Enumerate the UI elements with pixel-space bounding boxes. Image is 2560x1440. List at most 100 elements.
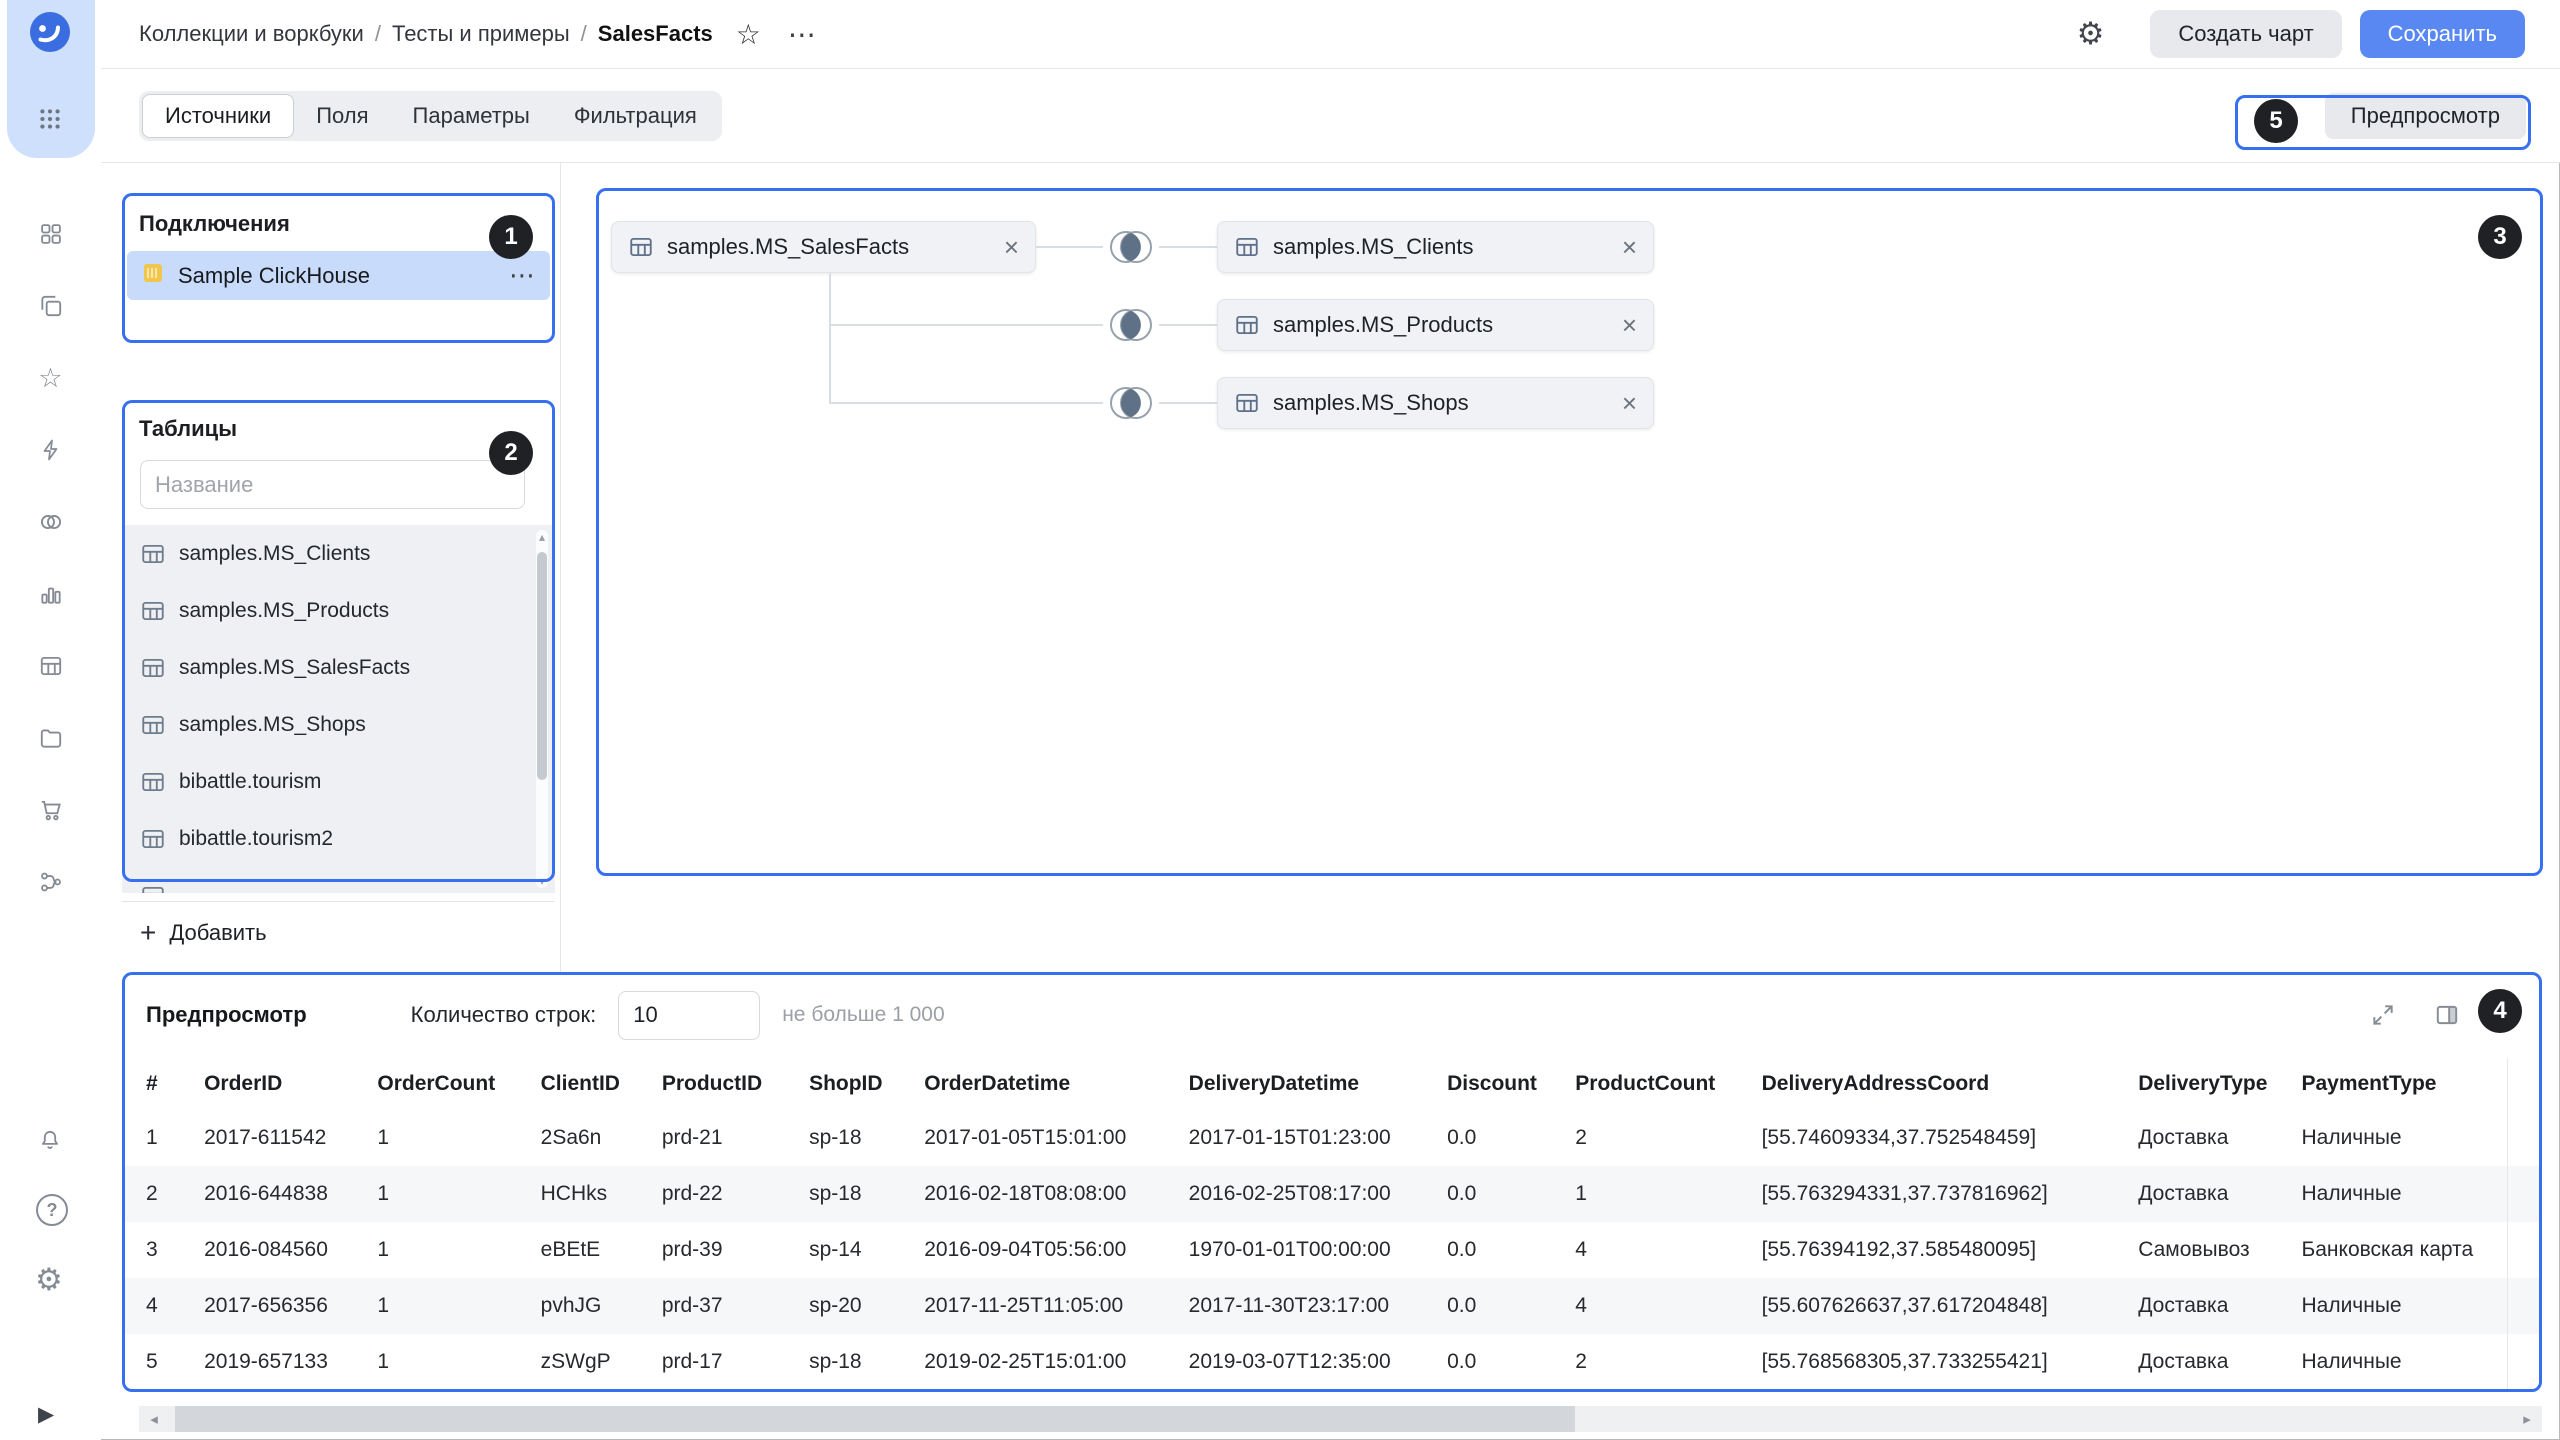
help-icon[interactable]: ? bbox=[36, 1194, 68, 1226]
connection-more-icon[interactable]: ⋯ bbox=[509, 260, 536, 291]
cell: prd-17 bbox=[640, 1334, 787, 1390]
breadcrumb-separator: / bbox=[375, 21, 381, 47]
charts-bar-icon[interactable] bbox=[38, 581, 64, 607]
table-list-item[interactable]: samples.MS_Clients bbox=[122, 525, 555, 582]
table-list-item[interactable]: samples.MS_Products bbox=[122, 582, 555, 639]
cell: 5 bbox=[124, 1334, 182, 1390]
remove-table-icon[interactable]: × bbox=[1622, 312, 1637, 338]
breadcrumb-workbook[interactable]: Тесты и примеры bbox=[392, 21, 570, 47]
collapse-panel-icon[interactable]: ▶ bbox=[38, 1402, 54, 1427]
table-row: 52019-6571331zSWgPprd-17sp-182019-02-25T… bbox=[124, 1334, 2540, 1390]
tab-sources[interactable]: Источники bbox=[142, 94, 294, 138]
more-actions-icon[interactable]: ⋯ bbox=[788, 18, 818, 51]
scroll-left-icon[interactable]: ◂ bbox=[139, 1406, 169, 1432]
table-search-input[interactable] bbox=[140, 460, 525, 509]
breadcrumb-collections[interactable]: Коллекции и воркбуки bbox=[139, 21, 364, 47]
table-list-item[interactable]: samples.MS_Shops bbox=[122, 696, 555, 753]
table-icon bbox=[140, 883, 166, 894]
marketplace-cart-icon[interactable] bbox=[38, 797, 64, 823]
datasets-table-icon[interactable] bbox=[38, 653, 64, 679]
cell: sp-18 bbox=[787, 1334, 902, 1390]
tables-list: samples.MS_Clientssamples.MS_Productssam… bbox=[122, 525, 555, 893]
cell: [55.607626637,37.617204848] bbox=[1740, 1278, 2117, 1334]
settings-icon[interactable]: ⚙ bbox=[35, 1262, 63, 1298]
workbooks-icon[interactable] bbox=[38, 293, 64, 319]
joined-table-label: samples.MS_Clients bbox=[1273, 234, 1474, 260]
add-table-button[interactable]: + Добавить bbox=[140, 912, 555, 954]
table-list-item-clipped[interactable] bbox=[122, 867, 555, 893]
create-chart-button[interactable]: Создать чарт bbox=[2150, 10, 2341, 58]
tab-fields[interactable]: Поля bbox=[294, 94, 390, 138]
column-header: ProductID bbox=[640, 1058, 787, 1110]
joined-table-node[interactable]: samples.MS_Products× bbox=[1217, 299, 1654, 351]
datalens-dataset-editor: ☆ ? ⚙ ▶ Коллекции и воркбуки / Тесты и п… bbox=[0, 0, 2560, 1440]
cell: 4 bbox=[1553, 1222, 1739, 1278]
scroll-up-icon[interactable]: ▴ bbox=[536, 530, 548, 544]
dashboards-grid-icon[interactable] bbox=[38, 221, 64, 247]
cell: 0.0 bbox=[1425, 1110, 1553, 1166]
cell: prd-39 bbox=[640, 1222, 787, 1278]
table-row: 22016-6448381HCHksprd-22sp-182016-02-18T… bbox=[124, 1166, 2540, 1222]
datalens-logo[interactable] bbox=[28, 10, 72, 54]
notifications-bell-icon[interactable] bbox=[37, 1126, 63, 1152]
files-folder-icon[interactable] bbox=[38, 725, 64, 751]
column-header bbox=[2508, 1058, 2540, 1110]
scroll-right-icon[interactable]: ▸ bbox=[2512, 1406, 2542, 1432]
join-type-icon[interactable] bbox=[1103, 305, 1159, 350]
preview-table: #OrderIDOrderCountClientIDProductIDShopI… bbox=[124, 1058, 2540, 1390]
preview-panel: Предпросмотр Количество строк: не больше… bbox=[122, 972, 2542, 1392]
breadcrumb-dataset-title: SalesFacts bbox=[598, 21, 713, 47]
table-list-item[interactable]: bibattle.tourism2 bbox=[122, 810, 555, 867]
join-type-icon[interactable] bbox=[1103, 383, 1159, 428]
horizontal-scrollbar: ◂ ▸ bbox=[139, 1406, 2542, 1432]
annotation-badge-1: 1 bbox=[489, 215, 533, 259]
services-circles-icon[interactable] bbox=[38, 509, 64, 535]
table-list-item[interactable]: samples.MS_SalesFacts bbox=[122, 639, 555, 696]
cell: 2016-084560 bbox=[182, 1222, 355, 1278]
preview-title: Предпросмотр bbox=[146, 1002, 307, 1028]
remove-table-icon[interactable]: × bbox=[1622, 234, 1637, 260]
column-header: DeliveryAddressCoord bbox=[1740, 1058, 2117, 1110]
tab-filtering[interactable]: Фильтрация bbox=[552, 94, 719, 138]
table-row: 32016-0845601eBEtEprd-39sp-142016-09-04T… bbox=[124, 1222, 2540, 1278]
table-item-label: samples.MS_Shops bbox=[179, 713, 366, 737]
dataset-settings-gear-icon[interactable]: ⚙ bbox=[2077, 16, 2105, 52]
row-count-label: Количество строк: bbox=[411, 1002, 597, 1028]
breadcrumb-separator: / bbox=[581, 21, 587, 47]
favorite-star-icon[interactable]: ☆ bbox=[736, 18, 761, 51]
joined-table-node[interactable]: samples.MS_Shops× bbox=[1217, 377, 1654, 429]
cell: sp-20 bbox=[787, 1278, 902, 1334]
cell: prd-37 bbox=[640, 1278, 787, 1334]
table-list-item[interactable]: bibattle.tourism bbox=[122, 753, 555, 810]
cell: 2016-02-18T08:08:00 bbox=[902, 1166, 1166, 1222]
cell: 2 bbox=[124, 1166, 182, 1222]
scroll-down-icon[interactable]: ▾ bbox=[536, 874, 548, 888]
connection-item-selected[interactable]: Sample ClickHouse ⋯ bbox=[127, 251, 550, 300]
toggle-panel-icon[interactable] bbox=[2434, 1002, 2460, 1028]
tables-scrollbar: ▴ ▾ bbox=[536, 530, 548, 888]
apps-grid-icon[interactable] bbox=[37, 106, 63, 132]
joined-table-node[interactable]: samples.MS_Clients × bbox=[1217, 221, 1654, 273]
cell: sp-14 bbox=[787, 1222, 902, 1278]
cell: 2017-611542 bbox=[182, 1110, 355, 1166]
scrollbar-thumb[interactable] bbox=[537, 552, 547, 780]
favorites-star-icon[interactable]: ☆ bbox=[38, 365, 64, 391]
expand-preview-icon[interactable] bbox=[2370, 1002, 2396, 1028]
table-icon bbox=[140, 826, 166, 852]
tab-parameters[interactable]: Параметры bbox=[391, 94, 552, 138]
cell: Банковская карта bbox=[2279, 1222, 2507, 1278]
cell: 1 bbox=[355, 1166, 518, 1222]
cell: 2019-657133 bbox=[182, 1334, 355, 1390]
cell: 4 bbox=[1553, 1278, 1739, 1334]
join-type-icon[interactable] bbox=[1103, 227, 1159, 272]
save-button[interactable]: Сохранить bbox=[2360, 10, 2525, 58]
preview-toggle-button[interactable]: Предпросмотр bbox=[2325, 93, 2526, 139]
cell: 0.0 bbox=[1425, 1222, 1553, 1278]
remove-table-icon[interactable]: × bbox=[1622, 390, 1637, 416]
scrollbar-thumb[interactable] bbox=[175, 1406, 1575, 1432]
quick-actions-lightning-icon[interactable] bbox=[38, 437, 64, 463]
row-count-input[interactable] bbox=[618, 991, 760, 1040]
dataset-toolbar: Источники Поля Параметры Фильтрация Пред… bbox=[101, 69, 2560, 163]
flows-branch-icon[interactable] bbox=[38, 869, 64, 895]
plus-icon: + bbox=[140, 919, 156, 947]
